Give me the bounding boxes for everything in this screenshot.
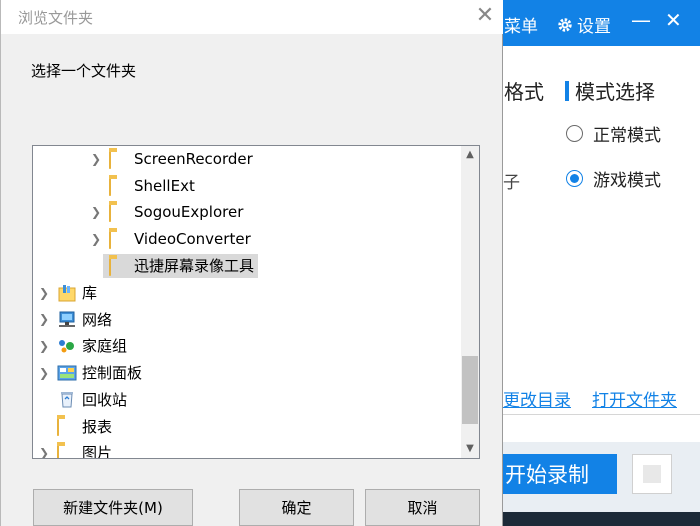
tree-item-content[interactable]: 报表 xyxy=(51,414,116,438)
tree-item[interactable]: ❯ 家庭组 xyxy=(37,333,131,359)
homegroup-icon xyxy=(57,337,77,355)
stop-icon xyxy=(643,465,661,483)
mode-section-header: 模式选择 xyxy=(565,76,655,105)
tree-item[interactable]: 回收站 xyxy=(37,386,131,412)
settings-label: 设置 xyxy=(577,17,611,37)
cancel-button[interactable]: 取消 xyxy=(365,489,480,526)
tree-item[interactable]: ❯ 控制面板 xyxy=(37,360,146,386)
open-folder-link[interactable]: 打开文件夹 xyxy=(592,386,677,411)
tree-item-label: 图片 xyxy=(82,444,113,458)
chevron-right-icon[interactable]: ❯ xyxy=(37,286,51,300)
tree-item[interactable]: ❯ 网络 xyxy=(37,306,116,332)
folder-icon xyxy=(109,149,129,169)
folder-icon xyxy=(109,255,129,276)
dialog-title: 浏览文件夹 xyxy=(18,9,94,27)
tree-item-label: SogouExplorer xyxy=(134,203,244,222)
folder-tree[interactable]: ❯ ScreenRecorder ShellExt ❯ SogouExplorer ❯ Vi… xyxy=(32,145,480,459)
tree-item[interactable]: ShellExt xyxy=(89,173,199,199)
folder-icon xyxy=(57,442,77,458)
chevron-right-icon[interactable]: ❯ xyxy=(37,312,51,326)
scroll-down-arrow-icon[interactable]: ▼ xyxy=(461,440,479,458)
ok-button[interactable]: 确定 xyxy=(239,489,354,526)
tree-item-content[interactable]: ShellExt xyxy=(103,174,199,198)
tree-item[interactable]: 迅捷屏幕录像工具 xyxy=(89,253,259,279)
dialog-prompt: 选择一个文件夹 xyxy=(31,62,137,80)
radio-normal-mode[interactable]: 正常模式 xyxy=(566,121,661,146)
browse-folder-dialog: 浏览文件夹 ✕ 选择一个文件夹 ❯ ScreenRecorder ShellExt ❯… xyxy=(0,0,503,526)
radio-checked-icon[interactable] xyxy=(566,170,583,187)
chevron-right-icon[interactable]: ❯ xyxy=(89,232,103,246)
radio-circle-icon[interactable] xyxy=(566,125,583,142)
app-close-button[interactable]: ✕ xyxy=(665,8,682,32)
tree-item[interactable]: 报表 xyxy=(37,413,116,439)
footer-bar xyxy=(503,512,700,526)
chevron-right-icon[interactable]: ❯ xyxy=(89,205,103,219)
tree-item-label: 迅捷屏幕录像工具 xyxy=(134,257,255,276)
chevron-right-icon[interactable]: ❯ xyxy=(37,339,51,353)
recycle-bin-icon xyxy=(57,390,77,408)
radio-game-label: 游戏模式 xyxy=(593,171,661,191)
mode-section-title: 模式选择 xyxy=(575,80,655,104)
tree-item[interactable]: ❯ 图片 xyxy=(37,440,116,458)
folder-icon xyxy=(109,229,129,250)
tree-item[interactable]: ❯ SogouExplorer xyxy=(89,199,247,225)
chevron-right-icon[interactable]: ❯ xyxy=(89,152,103,166)
tree-item-label: 网络 xyxy=(82,310,113,329)
tree-item-content[interactable]: 回收站 xyxy=(51,387,131,411)
control-panel-icon xyxy=(57,364,77,382)
divider xyxy=(503,414,700,415)
network-icon xyxy=(57,310,77,328)
dialog-close-button[interactable]: ✕ xyxy=(473,3,497,28)
tree-item-content[interactable]: 迅捷屏幕录像工具 xyxy=(103,253,259,278)
start-recording-label: 开始录制 xyxy=(505,463,589,487)
tree-item-content[interactable]: SogouExplorer xyxy=(103,200,247,224)
section-accent-bar xyxy=(565,80,569,101)
dialog-titlebar: 浏览文件夹 ✕ xyxy=(1,0,503,34)
tree-item-content[interactable]: 库 xyxy=(51,281,101,305)
scrollbar-thumb[interactable] xyxy=(462,356,478,424)
library-icon xyxy=(57,284,77,302)
tree-item-content[interactable]: 家庭组 xyxy=(51,334,131,358)
tree-item-label: 家庭组 xyxy=(82,337,128,356)
minimize-button[interactable]: — xyxy=(631,8,651,32)
tree-item[interactable]: ❯ VideoConverter xyxy=(89,226,255,252)
tree-item-content[interactable]: 图片 xyxy=(51,441,116,458)
option-label-tail: 子 xyxy=(503,173,520,193)
tree-item-label: 报表 xyxy=(82,417,113,436)
tree-item-label: ShellExt xyxy=(134,176,195,195)
tree-item-label: 库 xyxy=(82,284,98,302)
tree-item-content[interactable]: 网络 xyxy=(51,307,116,331)
tree-item-content[interactable]: VideoConverter xyxy=(103,227,255,251)
start-recording-button[interactable]: 开始录制 xyxy=(503,454,617,494)
menu-button[interactable]: 菜单 xyxy=(504,12,538,37)
tree-item[interactable]: ❯ 库 xyxy=(37,280,101,306)
folder-tree-rows: ❯ ScreenRecorder ShellExt ❯ SogouExplorer ❯ Vi… xyxy=(33,146,461,458)
radio-game-mode[interactable]: 游戏模式 xyxy=(566,166,661,191)
tree-item-content[interactable]: ScreenRecorder xyxy=(103,147,257,171)
tree-item-label: 回收站 xyxy=(82,390,128,409)
tree-item-label: ScreenRecorder xyxy=(134,150,253,168)
tree-item-label: 控制面板 xyxy=(82,364,143,383)
change-directory-link[interactable]: 更改目录 xyxy=(503,386,571,411)
tree-item-content[interactable]: 控制面板 xyxy=(51,361,146,385)
gear-icon xyxy=(558,17,572,32)
stop-recording-button[interactable] xyxy=(632,454,672,494)
chevron-right-icon[interactable]: ❯ xyxy=(37,446,51,458)
settings-button[interactable]: 设置 xyxy=(557,12,611,37)
folder-icon xyxy=(109,175,129,196)
tree-scrollbar[interactable]: ▲ ▼ xyxy=(461,146,479,458)
scroll-up-arrow-icon[interactable]: ▲ xyxy=(461,146,479,164)
folder-icon xyxy=(109,202,129,223)
tree-item-label: VideoConverter xyxy=(134,230,251,249)
format-section-title: 格式 xyxy=(504,80,544,104)
chevron-right-icon[interactable]: ❯ xyxy=(37,366,51,380)
new-folder-button[interactable]: 新建文件夹(M) xyxy=(33,489,193,526)
radio-normal-label: 正常模式 xyxy=(593,126,661,146)
folder-icon xyxy=(57,416,77,436)
tree-item[interactable]: ❯ ScreenRecorder xyxy=(89,146,257,172)
